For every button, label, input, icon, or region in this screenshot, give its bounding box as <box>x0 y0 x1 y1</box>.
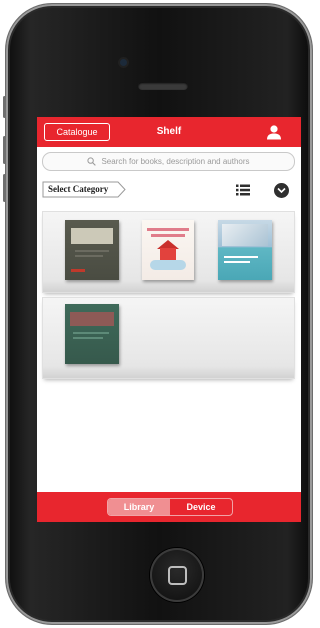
top-bar: Catalogue Shelf <box>37 117 301 147</box>
cover-line <box>73 332 109 334</box>
chevron-glyph <box>277 187 286 194</box>
bookshelf-row <box>42 297 295 379</box>
cover-title-line <box>151 234 185 237</box>
book-cover-4[interactable] <box>65 304 119 364</box>
app-screen: Catalogue Shelf Search for books, descri… <box>37 117 301 522</box>
search-placeholder: Search for books, description and author… <box>101 157 250 166</box>
mute-switch <box>3 96 6 118</box>
search-icon <box>87 157 97 166</box>
search-input[interactable]: Search for books, description and author… <box>42 152 295 171</box>
tab-device[interactable]: Device <box>170 499 232 515</box>
library-device-toggle: Library Device <box>107 498 233 516</box>
bottom-bar: Library Device <box>37 492 301 522</box>
cover-logo <box>71 269 85 272</box>
volume-down-button <box>3 174 6 202</box>
book-cover-1[interactable] <box>65 220 119 280</box>
cover-title-line <box>224 261 250 263</box>
hands-illustration <box>150 260 186 270</box>
earpiece-speaker <box>138 82 188 90</box>
book-cover-2[interactable] <box>142 220 194 280</box>
book-cover-3[interactable] <box>218 220 272 280</box>
volume-up-button <box>3 136 6 164</box>
cover-line <box>75 255 103 257</box>
cover-line <box>75 250 109 252</box>
cover-band <box>70 312 114 326</box>
user-icon[interactable] <box>266 124 282 140</box>
bookshelf-row <box>42 211 295 293</box>
cover-band <box>71 228 113 244</box>
select-category-button[interactable]: Select Category <box>42 181 126 198</box>
cover-photo <box>222 224 268 246</box>
category-label: Select Category <box>48 184 109 194</box>
cover-title-line <box>224 256 258 258</box>
cover-line <box>73 337 103 339</box>
home-button[interactable] <box>150 548 204 602</box>
page-title: Shelf <box>156 126 182 137</box>
front-camera <box>120 59 127 66</box>
tab-library[interactable]: Library <box>108 499 170 515</box>
home-square-icon <box>167 565 187 585</box>
list-icon[interactable] <box>236 184 250 196</box>
catalogue-button[interactable]: Catalogue <box>44 123 110 141</box>
chevron-down-icon[interactable] <box>274 183 289 198</box>
cover-title-line <box>147 228 189 231</box>
